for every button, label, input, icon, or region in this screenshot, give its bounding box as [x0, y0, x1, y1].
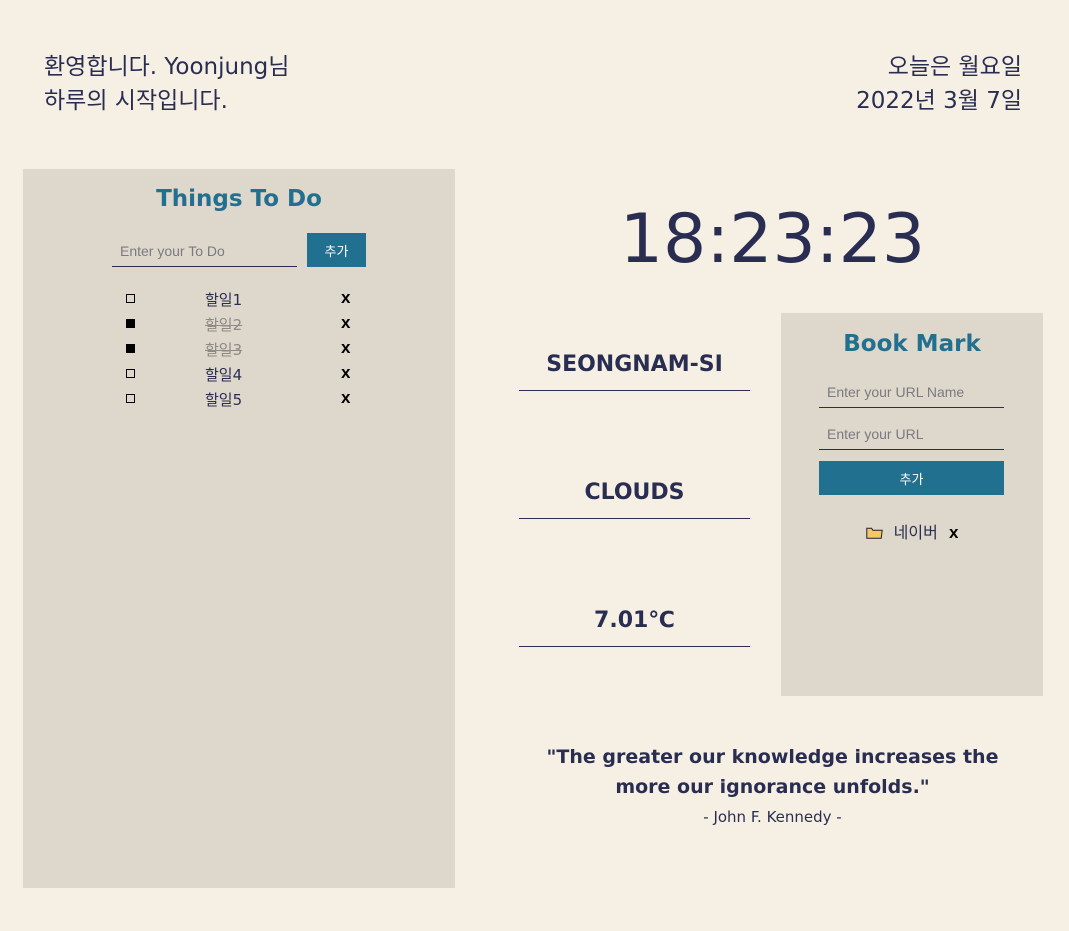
todo-item-label: 할일5 [205, 391, 243, 409]
quote-text: "The greater our knowledge increases the… [546, 746, 999, 798]
bookmark-name-input[interactable] [819, 376, 1004, 408]
todo-delete-button[interactable]: x [341, 313, 350, 333]
bookmark-url-input[interactable] [819, 418, 1004, 450]
bookmark-panel: Book Mark 추가 네이버 x [781, 313, 1043, 696]
bookmark-delete-button[interactable]: x [949, 523, 958, 542]
greeting-line-1: 환영합니다. Yoonjung님 [44, 54, 290, 80]
todo-checkbox[interactable] [126, 319, 135, 328]
todo-item-label: 할일2 [205, 316, 243, 334]
todo-delete-button[interactable]: x [341, 363, 350, 383]
weather-city: SEONGNAM-SI [519, 352, 750, 391]
greeting: 환영합니다. Yoonjung님 하루의 시작입니다. [44, 50, 289, 118]
todo-delete-button[interactable]: x [341, 338, 350, 358]
todo-title: Things To Do [156, 186, 322, 212]
todo-checkbox[interactable] [126, 294, 135, 303]
todo-item: 할일5 x [119, 388, 369, 413]
todo-add-button[interactable]: 추가 [307, 233, 366, 267]
bookmark-link[interactable]: 네이버 [894, 523, 938, 542]
todo-delete-button[interactable]: x [341, 388, 350, 408]
todo-item-label: 할일1 [205, 291, 243, 309]
todo-checkbox[interactable] [126, 344, 135, 353]
todo-input[interactable] [112, 235, 297, 267]
weather-temperature: 7.01℃ [519, 608, 750, 647]
weekday-text: 오늘은 월요일 [887, 54, 1022, 80]
todo-item-label: 할일3 [205, 341, 243, 359]
bookmark-item: 네이버 x [781, 519, 1043, 543]
bookmark-title: Book Mark [843, 331, 981, 357]
todo-item: 할일4 x [119, 363, 369, 388]
quote-author: - John F. Kennedy - [703, 808, 842, 826]
todo-checkbox[interactable] [126, 394, 135, 403]
todo-item: 할일2 x [119, 313, 369, 338]
todo-panel: Things To Do 추가 할일1 x 할일2 x 할일3 x 할일4 x … [23, 169, 455, 888]
clock: 18:23:23 [619, 200, 926, 279]
todo-item-label: 할일4 [205, 366, 243, 384]
greeting-line-2: 하루의 시작입니다. [44, 88, 228, 114]
bookmark-add-button[interactable]: 추가 [819, 461, 1004, 495]
date-text: 2022년 3월 7일 [856, 88, 1022, 114]
todo-checkbox[interactable] [126, 369, 135, 378]
todo-delete-button[interactable]: x [341, 288, 350, 308]
todo-item: 할일3 x [119, 338, 369, 363]
folder-icon [865, 527, 883, 539]
date-display: 오늘은 월요일 2022년 3월 7일 [856, 50, 1022, 118]
todo-item: 할일1 x [119, 288, 369, 313]
todo-list: 할일1 x 할일2 x 할일3 x 할일4 x 할일5 x [119, 288, 369, 413]
weather-condition: CLOUDS [519, 480, 750, 519]
